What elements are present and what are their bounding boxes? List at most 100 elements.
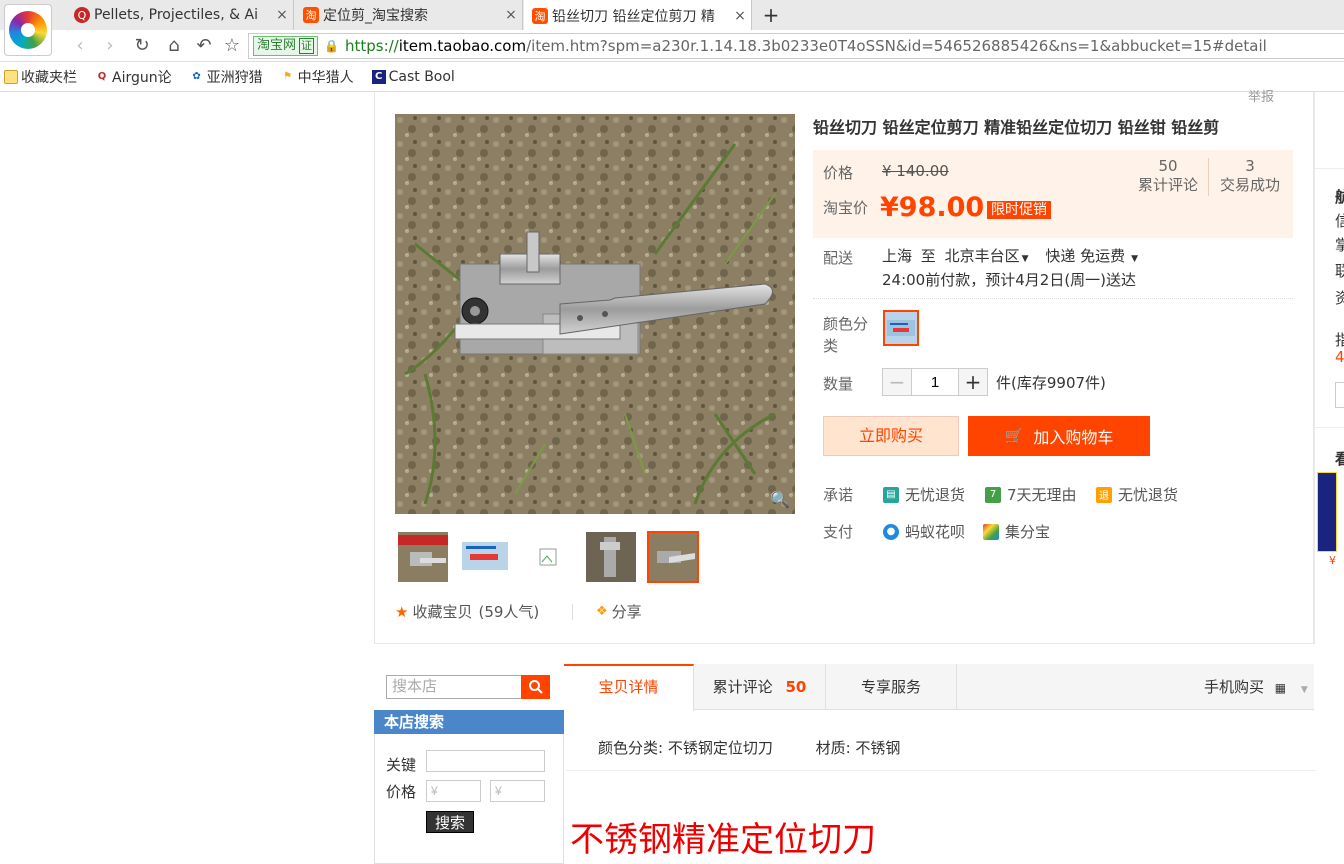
bookmarks-bar: 收藏夹栏 Q Airgun论 ✿ 亚洲狩猎 ⚑ 中华猎人 C Cast Bool (0, 62, 1344, 92)
add-to-cart-button[interactable]: 🛒 加入购物车 (968, 416, 1150, 456)
thumbnail-3[interactable] (522, 531, 574, 583)
original-price: ¥ 140.00 (882, 162, 949, 180)
ad-banner[interactable] (1317, 472, 1337, 552)
divider (572, 604, 573, 620)
product-main-image[interactable] (395, 114, 795, 514)
report-link[interactable]: 举报 (1248, 86, 1274, 105)
undo-icon[interactable]: ↶ (194, 36, 214, 56)
shop-info-sidebar: 航 信 掌 联 资 指 4 看 ¥ (1314, 92, 1344, 644)
decrease-button[interactable]: − (883, 369, 911, 395)
price-label: 价格 (823, 164, 854, 182)
china-hunter-icon: ⚑ (283, 71, 293, 82)
search-button[interactable]: 搜索 (426, 811, 474, 833)
promo-price-label: 淘宝价 (823, 199, 869, 217)
payment-item[interactable]: ● 蚂蚁花呗 (883, 521, 965, 542)
promise-item[interactable]: 7 7天无理由 (985, 484, 1077, 505)
folder-icon (4, 69, 18, 84)
shipping-label: 配送 (823, 249, 854, 267)
keyword-input[interactable] (426, 750, 545, 772)
tab-search[interactable]: 淘 定位剪_淘宝搜索 × (295, 0, 523, 30)
keyword-label: 关键 (386, 756, 417, 774)
collect-item-button[interactable]: ★ 收藏宝贝 (59人气) (395, 601, 539, 622)
promise-item[interactable]: ▤ 无忧退货 (883, 484, 965, 505)
thumbnail-2[interactable] (459, 531, 511, 583)
current-price: ¥98.00 (880, 192, 985, 223)
item-attributes: 颜色分类: 不锈钢定位切刀 材质: 不锈钢 (598, 739, 901, 757)
delivery-note: 24:00前付款，预计4月2日(周一)送达 (882, 271, 1137, 289)
divider (813, 298, 1293, 299)
payment-label: 支付 (823, 523, 854, 541)
deals-stat: 3 交易成功 (1219, 157, 1280, 194)
return-icon: ▤ (883, 486, 899, 503)
airgun-forum-icon: Q (97, 71, 107, 82)
stat-divider (1208, 158, 1209, 196)
quantity-label: 数量 (823, 375, 854, 393)
payment-item[interactable]: 集分宝 (983, 521, 1050, 542)
tab-reviews[interactable]: 累计评论 50 (694, 664, 826, 710)
shop-search-title: 本店搜索 (374, 710, 564, 734)
ship-method-selector[interactable]: 快递 免运费 ▼ (1045, 247, 1138, 265)
min-price-input[interactable]: ¥ (426, 780, 481, 802)
share-icon: ❖ (596, 604, 608, 619)
tab-services[interactable]: 专享服务 (826, 664, 957, 710)
quantity-input[interactable] (911, 369, 959, 395)
tab-product[interactable]: 淘 铅丝切刀 铅丝定位剪刀 精 × (524, 0, 752, 31)
promise-label: 承诺 (823, 486, 854, 504)
thumbnail-1[interactable] (397, 531, 449, 583)
new-tab-button[interactable]: + (760, 2, 782, 28)
cast-bool-icon: C (371, 69, 386, 84)
reviews-stat[interactable]: 50 累计评论 (1128, 157, 1208, 195)
shipping-info: 上海 至 北京丰台区 ▼ 快递 免运费 ▼ (882, 247, 1139, 265)
caret-down-icon: ▼ (1021, 254, 1029, 264)
description-title: 不锈钢精准定位切刀 (570, 820, 876, 860)
mobile-buy-link[interactable]: 手机购买 ▦ ▼ (1204, 664, 1308, 710)
address-bar[interactable]: 淘宝网证 🔒 https://item.taobao.com/item.htm?… (248, 33, 1344, 59)
airgun-forum-icon: Q (74, 7, 90, 23)
close-tab-icon[interactable]: × (271, 7, 293, 23)
color-option-swatch[interactable] (883, 310, 919, 346)
close-tab-icon[interactable]: × (729, 8, 751, 24)
back-icon[interactable]: ‹ (70, 36, 90, 56)
bookmark-china-hunter[interactable]: ⚑ 中华猎人 (281, 67, 353, 87)
tab-pellets[interactable]: Q Pellets, Projectiles, & Ai × (66, 0, 294, 30)
max-price-input[interactable]: ¥ (490, 780, 545, 802)
share-button[interactable]: ❖ 分享 (596, 601, 642, 622)
forward-icon[interactable]: › (100, 36, 120, 56)
bookmark-cast-bool[interactable]: C Cast Bool (371, 69, 455, 85)
seven-days-icon: 7 (985, 486, 1001, 503)
browser-logo-icon[interactable] (4, 4, 52, 56)
url-text[interactable]: https://item.taobao.com/item.htm?spm=a23… (345, 37, 1267, 55)
divider (566, 770, 1316, 771)
price-range-label: 价格 (386, 783, 417, 801)
bookmark-favorites[interactable]: 收藏夹栏 (4, 67, 77, 87)
caret-down-icon: ▼ (1300, 685, 1308, 695)
taobao-icon: 淘 (532, 7, 548, 24)
close-tab-icon[interactable]: × (500, 7, 522, 23)
tab-item-details[interactable]: 宝贝详情 (564, 664, 694, 711)
star-icon: ★ (395, 602, 409, 621)
shop-search-button[interactable] (521, 675, 550, 699)
zoom-icon[interactable]: 🔍 (770, 490, 790, 509)
bookmark-star-icon[interactable]: ☆ (222, 36, 242, 56)
reload-icon[interactable]: ↻ (132, 36, 152, 56)
qr-code-icon: ▦ (1274, 681, 1287, 695)
search-icon (528, 680, 543, 694)
jifenbao-icon (983, 523, 999, 540)
quantity-stepper: − + (882, 368, 988, 396)
increase-button[interactable]: + (959, 369, 987, 395)
cutter-photo (395, 114, 795, 514)
ship-to-selector[interactable]: 北京丰台区 ▼ (945, 247, 1029, 265)
bookmark-asia-hunting[interactable]: ✿ 亚洲狩猎 (190, 67, 262, 87)
refund-icon: 退 (1096, 486, 1112, 503)
thumbnail-5-selected[interactable] (647, 531, 699, 583)
promo-tag: 限时促销 (987, 201, 1051, 219)
home-icon[interactable]: ⌂ (164, 36, 184, 56)
shop-search-input[interactable]: 搜本店 (386, 675, 522, 699)
lock-icon: 🔒 (324, 39, 339, 53)
color-label: 颜色分 类 (823, 315, 869, 355)
site-identity-badge[interactable]: 淘宝网证 (253, 36, 319, 56)
promise-item[interactable]: 退无忧退货 (1096, 484, 1178, 505)
thumbnail-4[interactable] (585, 531, 637, 583)
bookmark-airgun[interactable]: Q Airgun论 (95, 67, 172, 87)
buy-now-button[interactable]: 立即购买 (823, 416, 959, 456)
